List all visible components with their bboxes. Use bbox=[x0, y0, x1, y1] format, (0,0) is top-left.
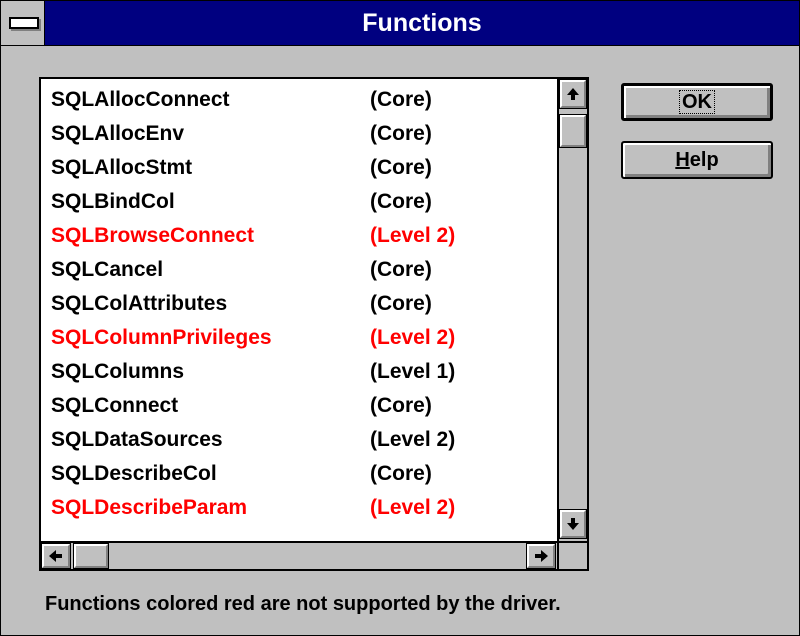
function-name: SQLBindCol bbox=[51, 190, 175, 213]
help-mnemonic: H bbox=[675, 149, 690, 171]
conformance-level: (Core) bbox=[370, 190, 432, 213]
function-list-item[interactable]: SQLDescribeCol (Core) bbox=[41, 457, 557, 491]
scroll-left-button[interactable] bbox=[41, 543, 71, 569]
scroll-up-button[interactable] bbox=[559, 79, 587, 109]
function-name: SQLColAttributes bbox=[51, 292, 228, 315]
function-name: SQLAllocConnect bbox=[51, 88, 230, 111]
arrow-up-icon bbox=[567, 88, 579, 100]
scrollbar-corner bbox=[557, 541, 587, 569]
function-list-item[interactable]: SQLColAttributes (Core) bbox=[41, 287, 557, 321]
function-list-item[interactable]: SQLBrowseConnect (Level 2) bbox=[41, 219, 557, 253]
function-name: SQLDataSources bbox=[51, 428, 223, 451]
conformance-level: (Core) bbox=[370, 258, 432, 281]
function-list-item[interactable]: SQLDescribeParam (Level 2) bbox=[41, 491, 557, 525]
function-list-item[interactable]: SQLAllocConnect (Core) bbox=[41, 83, 557, 117]
function-list-item[interactable]: SQLColumnPrivileges (Level 2) bbox=[41, 321, 557, 355]
conformance-level: (Core) bbox=[370, 462, 432, 485]
help-button-label: Help bbox=[675, 149, 718, 171]
horizontal-scrollbar[interactable] bbox=[41, 541, 557, 569]
conformance-level: (Core) bbox=[370, 156, 432, 179]
conformance-level: (Core) bbox=[370, 292, 432, 315]
conformance-level: (Core) bbox=[370, 394, 432, 417]
function-name: SQLDescribeCol bbox=[51, 462, 217, 485]
scroll-right-button[interactable] bbox=[526, 543, 556, 569]
system-menu-button[interactable] bbox=[1, 1, 45, 45]
conformance-level: (Level 2) bbox=[370, 224, 456, 247]
function-name: SQLColumns bbox=[51, 360, 185, 383]
function-list-item[interactable]: SQLColumns (Level 1) bbox=[41, 355, 557, 389]
arrow-down-icon bbox=[567, 518, 579, 530]
unsupported-legend-text: Functions colored red are not supported … bbox=[45, 593, 561, 615]
function-list-item[interactable]: SQLConnect (Core) bbox=[41, 389, 557, 423]
vertical-scrollbar[interactable] bbox=[557, 79, 587, 541]
function-list-item[interactable]: SQLAllocEnv (Core) bbox=[41, 117, 557, 151]
conformance-level: (Core) bbox=[370, 122, 432, 145]
functions-listbox[interactable]: SQLAllocConnect (Core) SQLAllocEnv (Core) SQ… bbox=[39, 77, 589, 571]
function-list-item[interactable]: SQLCancel (Core) bbox=[41, 253, 557, 287]
function-name: SQLCancel bbox=[51, 258, 164, 281]
scroll-down-button[interactable] bbox=[559, 509, 587, 539]
function-list-item[interactable]: SQLBindCol (Core) bbox=[41, 185, 557, 219]
function-name: SQLConnect bbox=[51, 394, 179, 417]
conformance-level: (Level 1) bbox=[370, 360, 456, 383]
arrow-left-icon bbox=[49, 550, 62, 562]
function-list-item[interactable]: SQLDataSources (Level 2) bbox=[41, 423, 557, 457]
functions-list-rows[interactable]: SQLAllocConnect (Core) SQLAllocEnv (Core) SQ… bbox=[41, 79, 557, 541]
functions-dialog: Functions SQLAllocConnect (Core) SQLAllocE… bbox=[0, 0, 800, 636]
conformance-level: (Level 2) bbox=[370, 496, 456, 519]
conformance-level: (Core) bbox=[370, 88, 432, 111]
function-name: SQLAllocEnv bbox=[51, 122, 185, 145]
function-name: SQLAllocStmt bbox=[51, 156, 193, 179]
help-button[interactable]: Help bbox=[621, 141, 773, 179]
function-list-item[interactable]: SQLAllocStmt (Core) bbox=[41, 151, 557, 185]
window-title: Functions bbox=[362, 9, 482, 37]
ok-button-label: OK bbox=[679, 90, 715, 114]
title-bar[interactable]: Functions bbox=[1, 1, 799, 46]
conformance-level: (Level 2) bbox=[370, 428, 456, 451]
horizontal-scroll-thumb[interactable] bbox=[73, 543, 109, 569]
vertical-scroll-thumb[interactable] bbox=[559, 114, 587, 148]
arrow-right-icon bbox=[535, 550, 548, 562]
conformance-level: (Level 2) bbox=[370, 326, 456, 349]
ok-button[interactable]: OK bbox=[621, 83, 773, 121]
function-name: SQLDescribeParam bbox=[51, 496, 248, 519]
system-menu-icon bbox=[9, 17, 39, 29]
help-label-rest: elp bbox=[689, 149, 719, 171]
function-name: SQLColumnPrivileges bbox=[51, 326, 272, 349]
function-name: SQLBrowseConnect bbox=[51, 224, 255, 247]
